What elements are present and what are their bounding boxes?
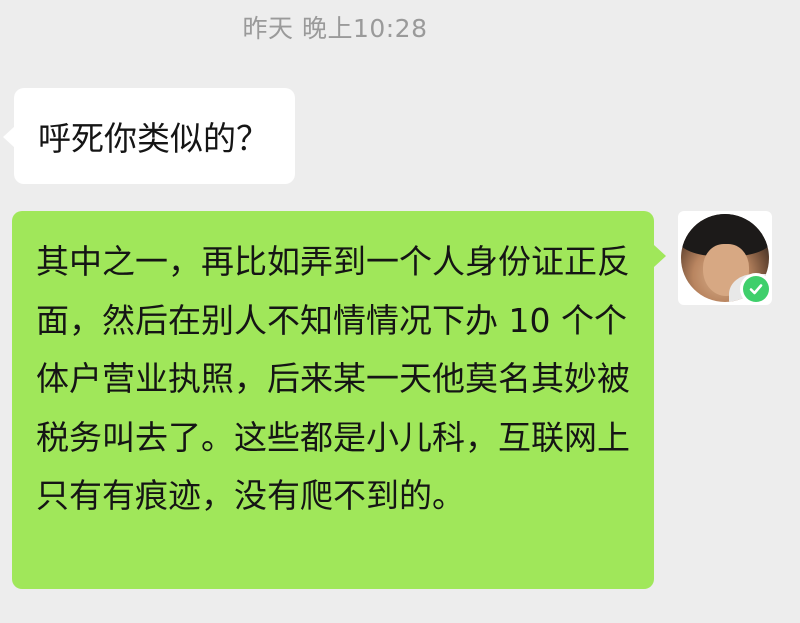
message-timestamp: 昨天 晚上10:28 xyxy=(242,14,428,43)
outgoing-message-bubble[interactable]: 其中之一，再比如弄到一个人身份证正反面，然后在别人不知情情况下办 10 个个体户… xyxy=(12,211,666,589)
incoming-message-bubble[interactable]: 呼死你类似的？ xyxy=(3,88,295,184)
outgoing-message-text: 其中之一，再比如弄到一个人身份证正反面，然后在别人不知情情况下办 10 个个体户… xyxy=(36,242,630,515)
check-badge-icon xyxy=(740,273,772,305)
incoming-message-text: 呼死你类似的？ xyxy=(38,119,269,158)
avatar[interactable] xyxy=(678,211,772,305)
